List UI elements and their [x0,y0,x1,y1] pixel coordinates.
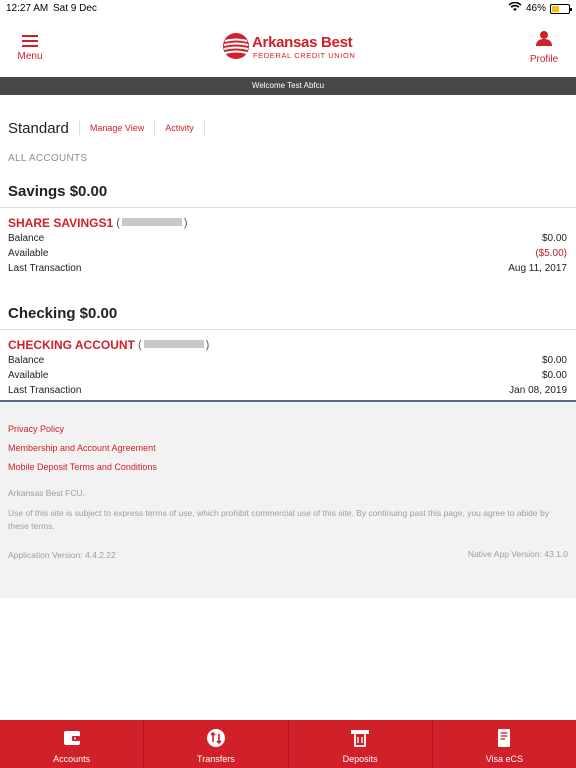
view-title: Standard [8,119,69,137]
account-number-masked: () [134,339,210,351]
app-version: Application Version: 4.4.2.22 [8,550,116,560]
row-label: Balance [8,233,45,244]
row-label: Last Transaction [8,263,82,274]
tab-deposits[interactable]: Deposits [289,720,433,768]
savings-available-row: Available ($5.00) [8,248,567,259]
battery-icon [550,3,572,14]
logo: Arkansas Best FEDERAL CREDIT UNION [222,32,362,64]
divider [0,207,576,208]
card-statement-icon [498,729,511,747]
manage-view-link[interactable]: Manage View [90,123,144,133]
checking-group-title: Checking $0.00 [8,305,118,322]
checking-available-row: Available $0.00 [8,370,567,381]
divider [0,329,576,330]
profile-button[interactable]: Profile [526,30,562,65]
status-date: Sat 9 Dec [53,3,97,14]
menu-button[interactable]: Menu [10,32,50,62]
row-value: $0.00 [541,355,567,366]
account-number-masked: () [113,217,188,229]
divider [203,121,205,135]
logo-subtitle: FEDERAL CREDIT UNION [253,51,356,60]
wifi-icon [508,1,522,15]
logo-name: Arkansas Best [252,34,353,51]
savings-group-title: Savings $0.00 [8,183,108,200]
row-label: Available [8,370,49,381]
row-value: Jan 08, 2019 [509,385,567,396]
savings-account-link[interactable]: SHARE SAVINGS1 () [8,216,188,230]
app-header: Menu Arkansas Best FEDERAL CREDIT UNION … [0,16,576,76]
row-value: $0.00 [541,370,567,381]
tab-visa-ecs[interactable]: Visa eCS [433,720,576,768]
tab-transfers[interactable]: Transfers [144,720,289,768]
all-accounts-heading: ALL ACCOUNTS [8,153,88,164]
welcome-bar: Welcome Test Abfcu [0,77,576,95]
logo-mark-icon [223,33,249,59]
account-name: SHARE SAVINGS1 [8,216,114,230]
tab-accounts[interactable]: Accounts [0,720,145,768]
hamburger-icon [10,35,50,47]
tab-label: Accounts [53,754,91,764]
privacy-policy-link[interactable]: Privacy Policy [8,424,64,434]
divider [154,121,156,135]
status-right: 46% [508,1,572,15]
profile-label: Profile [529,54,559,65]
footer: Privacy Policy Membership and Account Ag… [0,400,576,598]
row-label: Balance [8,355,45,366]
bottom-tab-bar: Accounts Transfers Deposits Visa eCS [0,720,576,768]
status-time: 12:27 AM [6,3,49,14]
checking-last-transaction-row: Last Transaction Jan 08, 2019 [8,385,567,396]
footer-org: Arkansas Best FCU. [8,488,85,498]
row-value: ($5.00) [535,248,567,259]
footer-terms: Use of this site is subject to express t… [8,508,549,531]
row-label: Last Transaction [8,385,82,396]
membership-agreement-link[interactable]: Membership and Account Agreement [8,443,156,453]
tab-label: Transfers [197,754,235,764]
native-app-version: Native App Version: 43.1.0 [467,549,568,559]
tab-label: Deposits [342,754,378,764]
savings-balance-row: Balance $0.00 [8,233,567,244]
activity-link[interactable]: Activity [165,123,194,133]
row-label: Available [8,248,49,259]
deposit-icon [351,730,370,747]
transfer-icon [206,729,225,747]
view-bar: Standard Manage View Activity [8,118,215,138]
account-name: CHECKING ACCOUNT [8,338,135,352]
wallet-icon [63,731,80,745]
menu-label: Menu [17,51,43,62]
row-value: Aug 11, 2017 [508,263,567,274]
mobile-deposit-terms-link[interactable]: Mobile Deposit Terms and Conditions [8,462,157,472]
status-bar: 12:27 AM Sat 9 Dec 46% [0,0,576,16]
profile-icon [536,31,552,46]
divider [78,121,80,135]
savings-last-transaction-row: Last Transaction Aug 11, 2017 [8,263,567,274]
row-value: $0.00 [541,233,567,244]
battery-fill [552,5,560,12]
checking-account-link[interactable]: CHECKING ACCOUNT () [8,338,209,352]
battery-percent: 46% [525,3,546,14]
checking-balance-row: Balance $0.00 [8,355,567,366]
tab-label: Visa eCS [485,754,524,764]
